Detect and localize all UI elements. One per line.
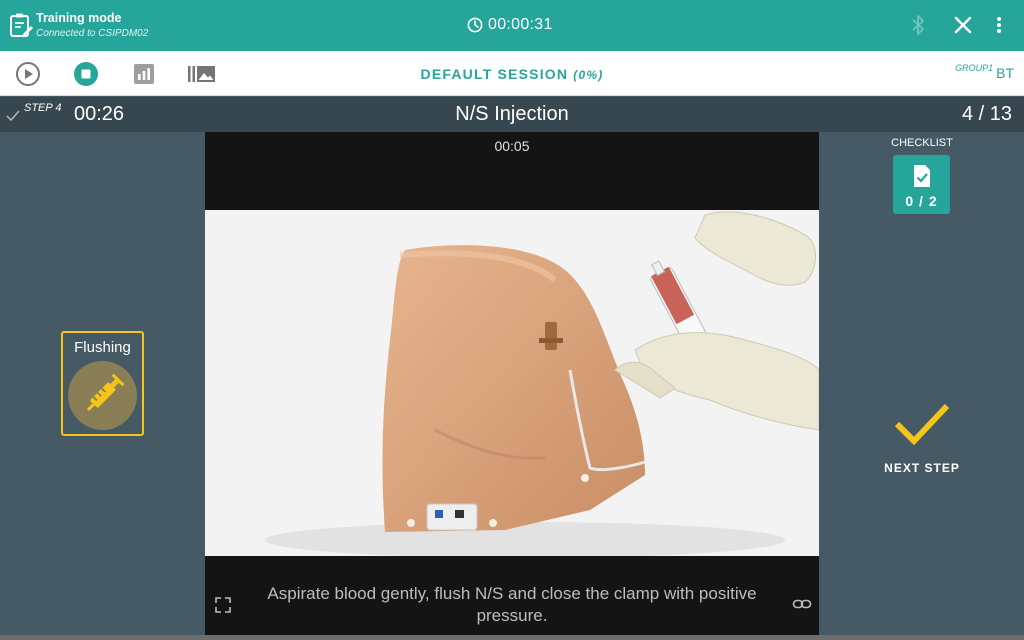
session-timer: 00:00:31 xyxy=(467,16,553,34)
video-frame[interactable] xyxy=(205,210,819,556)
checklist-label: CHECKLIST xyxy=(891,137,953,149)
next-step-label: NEXT STEP xyxy=(884,461,960,475)
video-caption: Aspirate blood gently, flush N/S and clo… xyxy=(267,584,757,625)
connection-status: Connected to CSIPDM02 xyxy=(36,28,149,39)
close-icon[interactable] xyxy=(954,16,972,34)
more-vert-icon[interactable] xyxy=(992,14,1006,36)
session-toolbar: DEFAULT SESSION (0%) GROUP1 BT xyxy=(0,51,1024,96)
clipboard-edit-icon xyxy=(10,13,33,37)
link-icon[interactable] xyxy=(792,596,812,612)
step-bar: STEP 4 00:26 N/S Injection 4 / 13 xyxy=(0,97,1024,132)
group-code: BT xyxy=(996,65,1014,81)
checklist-icon xyxy=(914,165,930,187)
session-progress: (0%) xyxy=(573,68,604,82)
top-app-bar: Training mode Connected to CSIPDM02 00:0… xyxy=(0,0,1024,51)
step-position: 4 / 13 xyxy=(961,103,1012,125)
clock-icon xyxy=(467,17,483,33)
step-title: N/S Injection xyxy=(455,103,569,125)
tool-icon-circle xyxy=(68,361,137,430)
video-timestamp: 00:05 xyxy=(494,138,530,154)
tool-card-flushing[interactable]: Flushing xyxy=(61,331,144,436)
syringe-icon xyxy=(86,373,125,412)
checklist-button[interactable]: 0 / 2 xyxy=(893,155,950,214)
bottom-strip xyxy=(0,635,1024,640)
session-timer-value: 00:00:31 xyxy=(488,16,553,33)
session-title: DEFAULT SESSION (0%) xyxy=(0,66,1024,82)
checklist-count: 0 / 2 xyxy=(905,193,938,209)
fullscreen-icon[interactable] xyxy=(214,596,232,614)
checkmark-icon xyxy=(894,403,950,446)
video-player[interactable]: 00:05 Aspirate blood gently, flush N/S a… xyxy=(205,132,819,635)
bluetooth-icon[interactable] xyxy=(908,14,928,36)
session-name: DEFAULT SESSION xyxy=(420,66,569,82)
training-mode-title: Training mode xyxy=(36,11,122,25)
group-label: GROUP1 xyxy=(955,63,994,73)
manikin-illustration xyxy=(205,210,819,556)
tool-label: Flushing xyxy=(74,339,131,356)
group-indicator: GROUP1 BT xyxy=(955,63,1014,81)
